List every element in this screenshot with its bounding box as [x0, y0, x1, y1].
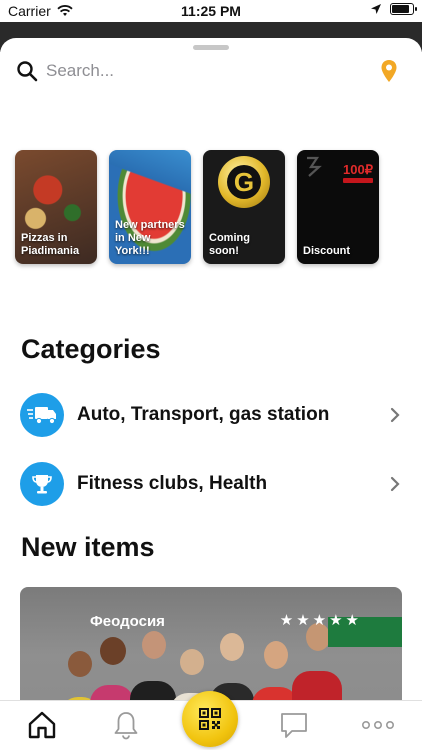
promo-price: 100₽ — [343, 162, 373, 177]
rating-stars: ★★★★★ — [279, 612, 362, 629]
story-card-new-partners[interactable]: New partners in New York!!! — [109, 150, 191, 264]
gold-logo: G — [218, 156, 270, 208]
tab-more[interactable] — [358, 707, 398, 743]
more-icon — [361, 720, 394, 730]
status-time: 11:25 PM — [181, 3, 241, 19]
category-icon — [20, 393, 64, 437]
truck-icon — [27, 407, 56, 425]
promo-tag — [343, 178, 373, 183]
story-label: Discount — [303, 245, 351, 257]
tab-messages[interactable] — [274, 707, 314, 743]
qr-code-icon — [199, 708, 221, 730]
home-icon — [28, 711, 56, 739]
new-items-title: New items — [21, 532, 155, 562]
chat-icon — [281, 713, 307, 738]
logo-letter: G — [227, 165, 261, 199]
status-right — [370, 3, 417, 15]
story-card-coming-soon[interactable]: G Coming soon! — [203, 150, 285, 264]
stories-carousel: Pizzas in Piadimania New partners in New… — [15, 150, 379, 264]
trophy-icon — [32, 475, 52, 494]
categories-title: Categories — [21, 334, 161, 364]
story-label: New partners in New York!!! — [115, 219, 185, 257]
story-label: Coming soon! — [209, 232, 250, 257]
story-label: Pizzas in Piadimania — [21, 232, 80, 257]
category-label: Fitness clubs, Health — [77, 473, 268, 494]
tab-bar — [0, 691, 422, 750]
bottom-sheet: Pizzas in Piadimania New partners in New… — [0, 38, 422, 750]
story-card-discount[interactable]: 100₽ Discount — [297, 150, 379, 264]
location-arrow-icon — [371, 4, 381, 14]
story-card-pizza[interactable]: Pizzas in Piadimania — [15, 150, 97, 264]
bell-icon — [114, 712, 138, 740]
status-bar: Carrier 11:25 PM — [0, 0, 422, 22]
category-row-fitness[interactable]: Fitness clubs, Health — [20, 460, 402, 508]
category-icon — [20, 462, 64, 506]
category-label: Auto, Transport, gas station — [77, 404, 330, 425]
category-row-auto[interactable]: Auto, Transport, gas station — [20, 391, 402, 439]
battery-fill — [392, 5, 409, 13]
search-input[interactable] — [46, 61, 346, 81]
battery-icon — [390, 3, 417, 15]
map-pin-icon[interactable] — [380, 59, 398, 83]
tab-notifications[interactable] — [106, 707, 146, 743]
drag-handle[interactable] — [193, 45, 229, 50]
qr-scan-button[interactable] — [182, 691, 238, 747]
chevron-right-icon — [388, 474, 402, 494]
promo-logo-icon — [307, 156, 322, 177]
tab-home[interactable] — [22, 707, 62, 743]
search-icon — [17, 61, 38, 82]
search-bar — [16, 58, 406, 84]
chevron-right-icon — [388, 405, 402, 425]
card-city: Феодосия — [90, 613, 165, 630]
